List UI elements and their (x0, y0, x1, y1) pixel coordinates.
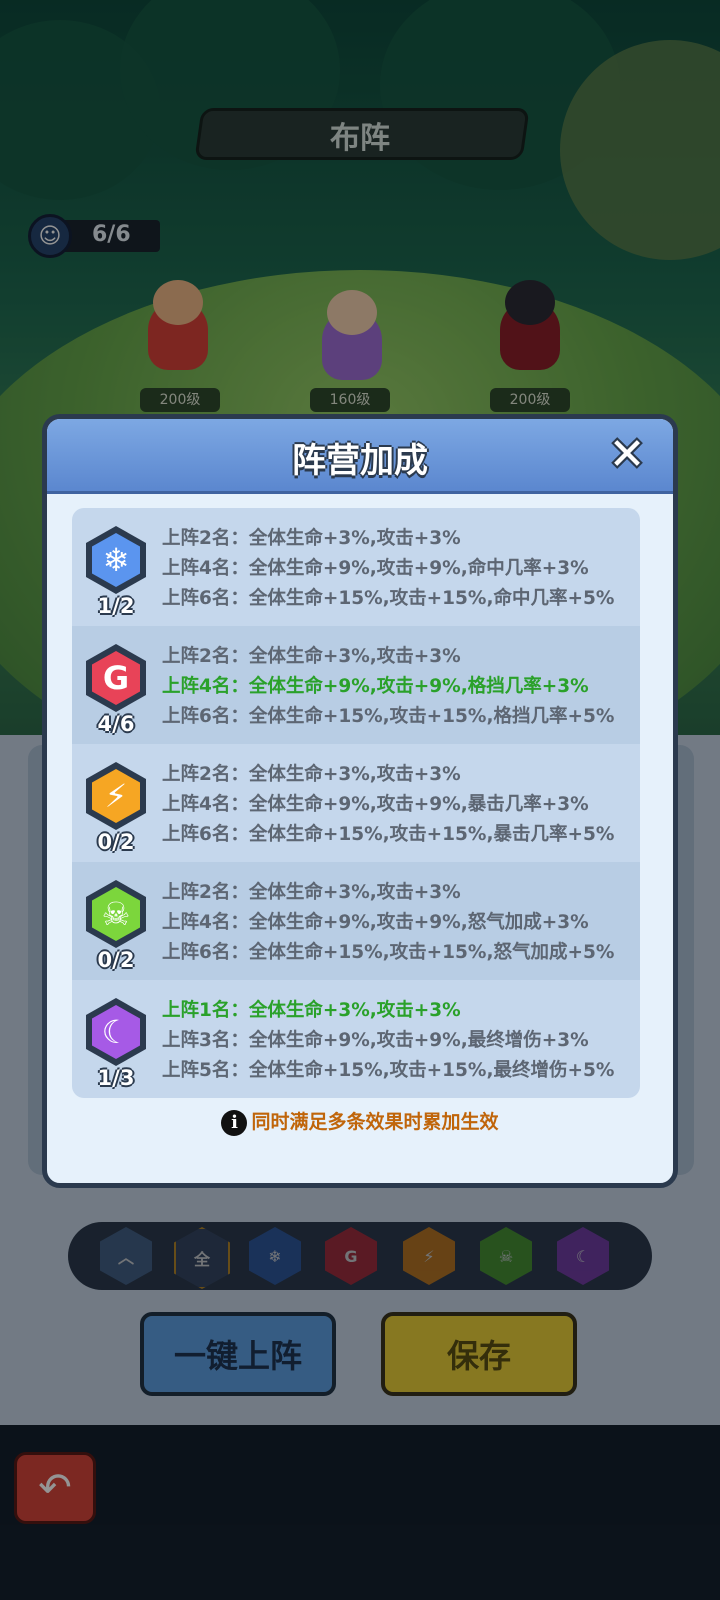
faction-count: 0/2 (97, 830, 135, 854)
bonus-line: 上阵4名：全体生命+9%,攻击+9%,怒气加成+3% (162, 912, 589, 933)
faction-bonus-list: ❄ 1/2 上阵2名：全体生命+3%,攻击+3% 上阵4名：全体生命+9%,攻击+9%… (72, 508, 640, 1098)
bonus-line: 上阵6名：全体生命+15%,攻击+15%,怒气加成+5% (162, 942, 615, 963)
faction-badge-fill: ❄ (92, 533, 140, 587)
g-shield-icon: G (102, 659, 130, 697)
bonus-line: 上阵2名：全体生命+3%,攻击+3% (162, 528, 461, 549)
faction-badge-fill: ☾ (92, 1005, 140, 1059)
faction-row: ❄ 1/2 上阵2名：全体生命+3%,攻击+3% 上阵4名：全体生命+9%,攻击+9%… (72, 508, 640, 626)
faction-bonus-modal: 阵营加成 ✕ ❄ 1/2 上阵2名：全体生命+3%,攻击+3% 上阵4名：全体生命+9… (42, 414, 678, 1188)
bonus-line: 上阵4名：全体生命+9%,攻击+9%,暴击几率+3% (162, 794, 589, 815)
modal-title: 阵营加成 (292, 441, 428, 481)
sun-moon-icon: ☾ (101, 1013, 131, 1051)
bonus-line: 上阵2名：全体生命+3%,攻击+3% (162, 764, 461, 785)
note-text: 同时满足多条效果时累加生效 (251, 1111, 499, 1133)
faction-badge-fill: ☠ (92, 887, 140, 941)
faction-count: 4/6 (97, 712, 135, 736)
faction-badge: G (86, 644, 146, 712)
bonus-line: 上阵6名：全体生命+15%,攻击+15%,暴击几率+5% (162, 824, 615, 845)
bonus-line: 上阵6名：全体生命+15%,攻击+15%,格挡几率+5% (162, 706, 615, 727)
bonus-line-active: 上阵4名：全体生命+9%,攻击+9%,格挡几率+3% (162, 676, 589, 697)
faction-badge-fill: ⚡ (92, 769, 140, 823)
faction-badge: ☾ (86, 998, 146, 1066)
snowflake-icon: ❄ (102, 541, 130, 579)
bonus-line: 上阵5名：全体生命+15%,攻击+15%,最终增伤+5% (162, 1060, 615, 1081)
stacking-note: i 同时满足多条效果时累加生效 (47, 1107, 673, 1136)
faction-badge: ❄ (86, 526, 146, 594)
modal-header: 阵营加成 ✕ (47, 419, 673, 494)
faction-row: ☾ 1/3 上阵1名：全体生命+3%,攻击+3% 上阵3名：全体生命+9%,攻击+9%… (72, 980, 640, 1098)
faction-row: ☠ 0/2 上阵2名：全体生命+3%,攻击+3% 上阵4名：全体生命+9%,攻击+9%… (72, 862, 640, 980)
close-icon: ✕ (608, 429, 646, 480)
lightning-icon: ⚡ (104, 777, 128, 815)
faction-count: 1/2 (97, 594, 135, 618)
close-button[interactable]: ✕ (603, 431, 651, 479)
faction-badge: ☠ (86, 880, 146, 948)
faction-row: G 4/6 上阵2名：全体生命+3%,攻击+3% 上阵4名：全体生命+9%,攻击+9%… (72, 626, 640, 744)
bonus-line: 上阵2名：全体生命+3%,攻击+3% (162, 646, 461, 667)
bonus-line: 上阵3名：全体生命+9%,攻击+9%,最终增伤+3% (162, 1030, 589, 1051)
skull-icon: ☠ (101, 895, 131, 933)
bonus-line: 上阵2名：全体生命+3%,攻击+3% (162, 882, 461, 903)
info-icon: i (221, 1109, 248, 1136)
faction-badge: ⚡ (86, 762, 146, 830)
faction-count: 1/3 (97, 1066, 135, 1090)
bonus-line: 上阵4名：全体生命+9%,攻击+9%,命中几率+3% (162, 558, 589, 579)
faction-count: 0/2 (97, 948, 135, 972)
bonus-line: 上阵6名：全体生命+15%,攻击+15%,命中几率+5% (162, 588, 615, 609)
faction-row: ⚡ 0/2 上阵2名：全体生命+3%,攻击+3% 上阵4名：全体生命+9%,攻击+9%… (72, 744, 640, 862)
faction-badge-fill: G (92, 651, 140, 705)
bonus-line-active: 上阵1名：全体生命+3%,攻击+3% (162, 1000, 461, 1021)
